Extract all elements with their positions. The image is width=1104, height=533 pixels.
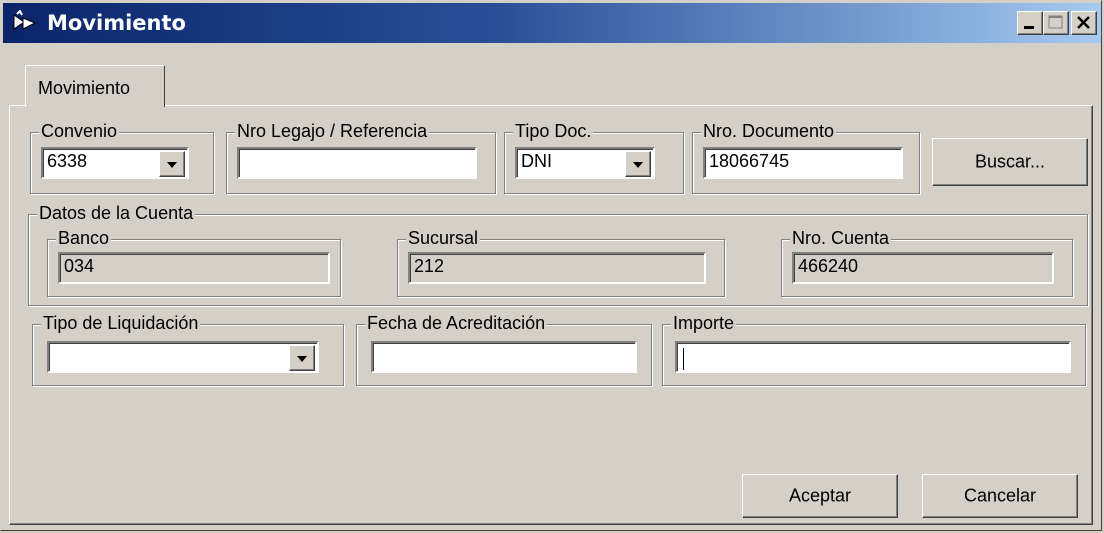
- fecha-acreditacion-input[interactable]: [371, 341, 637, 373]
- banco-label: Banco: [56, 227, 112, 249]
- close-button[interactable]: [1071, 11, 1097, 35]
- window-title: Movimiento: [47, 11, 186, 35]
- tipo-liquidacion-label: Tipo de Liquidación: [41, 312, 201, 334]
- maximize-button[interactable]: [1043, 11, 1069, 35]
- tipo-doc-select[interactable]: DNI: [515, 147, 655, 179]
- cancelar-button[interactable]: Cancelar: [922, 474, 1078, 518]
- cancelar-label: Cancelar: [963, 485, 1037, 506]
- legajo-label: Nro Legajo / Referencia: [235, 120, 430, 142]
- tipo-doc-group: Tipo Doc. DNI: [504, 120, 684, 194]
- app-icon: [13, 10, 37, 30]
- fecha-acreditacion-group: Fecha de Acreditación: [356, 312, 652, 386]
- nro-cuenta-field: 466240: [792, 252, 1054, 284]
- minimize-icon: [1024, 26, 1034, 29]
- buscar-button[interactable]: Buscar...: [932, 138, 1088, 186]
- nro-documento-value: 18066745: [709, 151, 790, 171]
- sucursal-label: Sucursal: [406, 227, 481, 249]
- close-icon: [1077, 16, 1090, 29]
- tab-label: Movimiento: [38, 78, 131, 98]
- aceptar-button[interactable]: Aceptar: [742, 474, 898, 518]
- tipo-doc-value: DNI: [521, 151, 552, 171]
- chevron-down-icon[interactable]: [625, 151, 651, 177]
- dialog-window: Movimiento Movimiento Convenio 6338 Nro …: [0, 0, 1102, 531]
- sucursal-field: 212: [408, 252, 706, 284]
- convenio-select[interactable]: 6338: [41, 147, 189, 179]
- importe-group: Importe: [662, 312, 1086, 386]
- tab-panel: Convenio 6338 Nro Legajo / Referencia Ti…: [9, 105, 1093, 525]
- banco-field: 034: [58, 252, 330, 284]
- sucursal-group: Sucursal 212: [397, 227, 725, 297]
- importe-input[interactable]: [675, 341, 1071, 373]
- nro-documento-group: Nro. Documento 18066745: [692, 120, 920, 194]
- tipo-liquidacion-group: Tipo de Liquidación: [32, 312, 344, 386]
- banco-value: 034: [64, 256, 95, 276]
- convenio-group: Convenio 6338: [30, 120, 214, 194]
- legajo-input[interactable]: [237, 147, 477, 179]
- title-bar[interactable]: Movimiento: [3, 3, 1101, 43]
- chevron-down-icon[interactable]: [159, 151, 185, 177]
- tipo-liquidacion-select[interactable]: [47, 341, 319, 373]
- aceptar-label: Aceptar: [788, 485, 852, 506]
- legajo-group: Nro Legajo / Referencia: [226, 120, 496, 194]
- nro-cuenta-group: Nro. Cuenta 466240: [781, 227, 1073, 297]
- tipo-doc-label: Tipo Doc.: [513, 120, 594, 142]
- buscar-label: Buscar...: [974, 151, 1046, 172]
- minimize-button[interactable]: [1017, 11, 1043, 35]
- banco-group: Banco 034: [47, 227, 341, 297]
- text-cursor: [683, 348, 684, 370]
- sucursal-value: 212: [414, 256, 445, 276]
- maximize-icon: [1048, 15, 1063, 29]
- cuenta-label: Datos de la Cuenta: [37, 202, 196, 224]
- importe-label: Importe: [671, 312, 737, 334]
- convenio-value: 6338: [47, 151, 88, 171]
- tab-movimiento[interactable]: Movimiento: [25, 65, 165, 107]
- cuenta-group: Datos de la Cuenta Banco 034 Sucursal 21…: [28, 202, 1088, 306]
- nro-documento-input[interactable]: 18066745: [703, 147, 903, 179]
- convenio-label: Convenio: [39, 120, 120, 142]
- nro-cuenta-label: Nro. Cuenta: [790, 227, 892, 249]
- chevron-down-icon[interactable]: [289, 345, 315, 371]
- nro-cuenta-value: 466240: [798, 256, 859, 276]
- fecha-acreditacion-label: Fecha de Acreditación: [365, 312, 548, 334]
- nro-documento-label: Nro. Documento: [701, 120, 837, 142]
